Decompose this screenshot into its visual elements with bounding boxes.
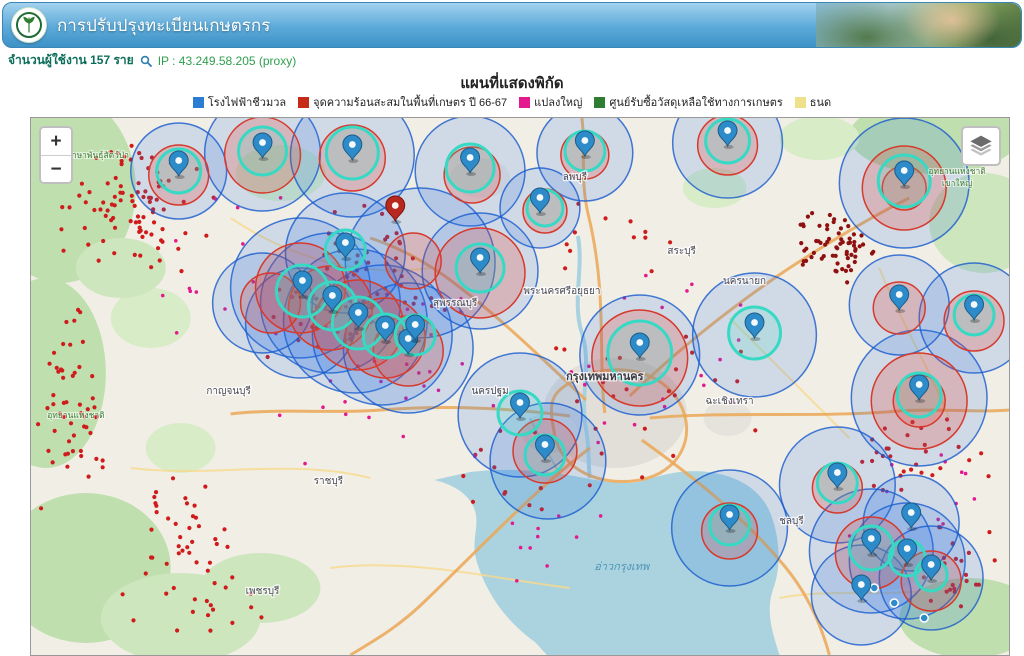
statusbar: จำนวนผู้ใช้งาน 157 ราย IP : 43.249.58.20… [0, 48, 1024, 70]
map-label: อ่าวกรุงเทพ [594, 561, 650, 573]
map-label: สระบุรี [667, 245, 696, 257]
map-label: ชลบุรี [779, 515, 804, 527]
legend-label: แปลงใหญ่ [534, 93, 582, 111]
layers-control[interactable] [961, 126, 1001, 166]
zoom-control: + − [39, 126, 73, 184]
map-label: ราชบุรี [314, 475, 344, 487]
small-marker[interactable] [890, 599, 898, 607]
map-label: อุทยานแห่งชาติ [928, 166, 985, 177]
small-marker[interactable] [870, 584, 878, 592]
legend-item: ธนด [795, 93, 831, 111]
ministry-logo [11, 7, 47, 43]
legend-item: ศูนย์รับซื้อวัสดุเหลือใช้ทางการเกษตร [594, 93, 782, 111]
map-canvas[interactable]: กรุงเทพมหานคร สุพรรณบุรี พระนครศรีอยุธยา ลพ… [31, 118, 1009, 655]
map-label: นครนายก [723, 276, 766, 287]
app-header: การปรับปรุงทะเบียนเกษตรกร [2, 2, 1022, 48]
user-count-text: จำนวนผู้ใช้งาน 157 ราย [8, 51, 134, 70]
map-label: เขาใหญ่ [942, 178, 972, 188]
map-label: ลพบุรี [563, 171, 588, 183]
legend-label: ธนด [810, 93, 831, 111]
legend-item: จุดความร้อนสะสมในพื้นที่เกษตร ปี 66-67 [298, 93, 507, 111]
legend-label: ศูนย์รับซื้อวัสดุเหลือใช้ทางการเกษตร [609, 93, 782, 111]
legend-item: แปลงใหญ่ [519, 93, 582, 111]
legend-swatch [594, 97, 605, 108]
map-label: ฉะเชิงเทรา [706, 396, 754, 407]
zoom-out-button[interactable]: − [41, 155, 71, 182]
map-label: กาญจนบุรี [206, 385, 251, 397]
header-photo [816, 3, 1021, 47]
legend-swatch [519, 97, 530, 108]
map-label: สุพรรณบุรี [433, 297, 478, 309]
map[interactable]: กรุงเทพมหานคร สุพรรณบุรี พระนครศรีอยุธยา ลพ… [30, 117, 1010, 656]
legend-swatch [795, 97, 806, 108]
ip-address-text: IP : 43.249.58.205 (proxy) [158, 54, 297, 68]
zoom-in-button[interactable]: + [41, 128, 71, 155]
map-label: กรุงเทพมหานคร [566, 371, 643, 384]
small-marker[interactable] [920, 614, 928, 622]
user-count-value: 157 [90, 53, 110, 67]
legend-swatch [193, 97, 204, 108]
coverage-circle-red[interactable] [385, 233, 441, 289]
map-title: แผนที่แสดงพิกัด [0, 70, 1024, 90]
map-label: อุทยานแห่งชาติ [47, 410, 104, 421]
legend-swatch [298, 97, 309, 108]
legend-label: จุดความร้อนสะสมในพื้นที่เกษตร ปี 66-67 [313, 93, 507, 111]
page-title: การปรับปรุงทะเบียนเกษตรกร [57, 12, 270, 39]
legend-item: โรงไฟฟ้าชีวมวล [193, 93, 286, 111]
map-label: นครปฐม [471, 386, 508, 397]
search-icon [140, 55, 152, 67]
legend: โรงไฟฟ้าชีวมวล จุดความร้อนสะสมในพื้นที่เก… [0, 90, 1024, 115]
map-label: พระนครศรีอยุธยา [523, 285, 600, 297]
layers-icon [969, 135, 993, 157]
legend-label: โรงไฟฟ้าชีวมวล [208, 93, 286, 111]
map-label: เพชรบุรี [246, 585, 280, 597]
ministry-logo-icon [15, 11, 43, 39]
